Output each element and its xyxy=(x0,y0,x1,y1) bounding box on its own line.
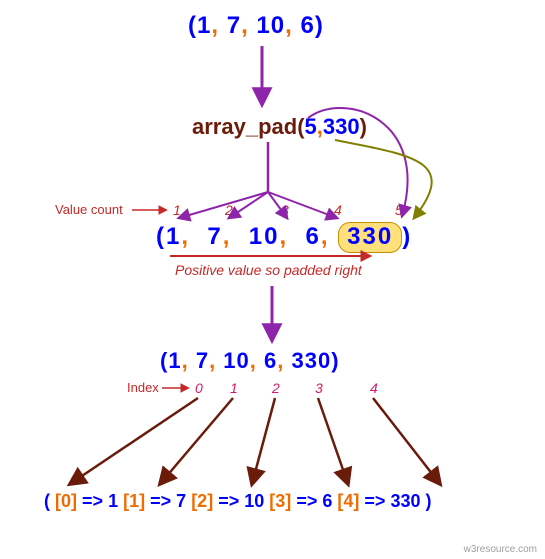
paren-close: ) xyxy=(426,491,432,511)
arrow-join-4 xyxy=(268,192,337,218)
comma: , xyxy=(285,12,300,39)
map-key-3: [3] xyxy=(269,491,291,511)
count-5: 5 xyxy=(395,202,403,218)
comma: , xyxy=(209,348,223,373)
curve-value-to-pill xyxy=(335,140,432,218)
positive-label: Positive value so padded right xyxy=(175,262,362,278)
mapping-line: ( [0] => 1 [1] => 7 [2] => 10 [3] => 6 [… xyxy=(44,491,432,512)
padded-val-1: 7 xyxy=(207,223,222,250)
result-val-3: 6 xyxy=(264,348,277,373)
paren-open: ( xyxy=(188,12,197,39)
result-val-2: 10 xyxy=(223,348,249,373)
comma: , xyxy=(182,348,196,373)
comma: , xyxy=(241,12,256,39)
paren-open: ( xyxy=(44,491,55,511)
watermark: w3resource.com xyxy=(464,544,537,555)
count-2: 2 xyxy=(225,202,233,218)
comma: , xyxy=(211,12,226,39)
result-tuple: (1, 7, 10, 6, 330) xyxy=(160,348,340,374)
arrow-join-2 xyxy=(229,192,268,218)
comma: , xyxy=(277,348,291,373)
map-val-4: 330 xyxy=(390,491,420,511)
result-val-4: 330 xyxy=(292,348,332,373)
index-3: 3 xyxy=(315,380,323,396)
index-2: 2 xyxy=(272,380,280,396)
comma: , xyxy=(181,223,207,250)
map-arrow: => xyxy=(364,491,385,511)
map-key-2: [2] xyxy=(191,491,213,511)
map-val-2: 10 xyxy=(244,491,264,511)
map-arrow: => xyxy=(82,491,103,511)
map-arrow: => xyxy=(150,491,171,511)
paren-close: ) xyxy=(315,12,324,39)
initial-val-0: 1 xyxy=(197,12,211,39)
paren-open: ( xyxy=(297,114,304,139)
map-val-1: 7 xyxy=(176,491,186,511)
arrow-join-1 xyxy=(179,192,268,218)
index-0: 0 xyxy=(195,380,203,396)
padded-val-2: 10 xyxy=(249,223,280,250)
comma: , xyxy=(321,223,338,250)
func-name: array_pad xyxy=(192,114,297,139)
paren-close: ) xyxy=(360,114,367,139)
index-1: 1 xyxy=(230,380,238,396)
func-value: 330 xyxy=(323,114,360,139)
map-val-0: 1 xyxy=(108,491,118,511)
count-1: 1 xyxy=(173,202,181,218)
map-arrow: => xyxy=(218,491,239,511)
initial-tuple: (1, 7, 10, 6) xyxy=(188,12,324,40)
index-label: Index xyxy=(127,380,159,395)
result-val-1: 7 xyxy=(196,348,209,373)
comma: , xyxy=(279,223,305,250)
map-key-0: [0] xyxy=(55,491,77,511)
arrow-fan-4 xyxy=(373,398,440,484)
map-key-4: [4] xyxy=(337,491,359,511)
paren-close: ) xyxy=(402,223,412,250)
arrow-fan-1 xyxy=(160,398,233,484)
arrow-fan-3 xyxy=(318,398,348,484)
comma: , xyxy=(250,348,264,373)
padded-val-3: 6 xyxy=(305,223,320,250)
initial-val-1: 7 xyxy=(227,12,241,39)
padded-tuple: (1, 7, 10, 6, 330) xyxy=(156,222,412,253)
paren-close: ) xyxy=(331,348,339,373)
paren-open: ( xyxy=(156,223,166,250)
count-4: 4 xyxy=(334,202,342,218)
initial-val-3: 6 xyxy=(300,12,314,39)
arrow-fan-2 xyxy=(252,398,275,484)
diagram-arrows xyxy=(0,0,545,559)
function-call: array_pad(5,330) xyxy=(192,114,367,140)
count-3: 3 xyxy=(281,202,289,218)
value-count-label: Value count xyxy=(55,202,123,217)
padded-val-0: 1 xyxy=(166,223,181,250)
initial-val-2: 10 xyxy=(256,12,285,39)
index-4: 4 xyxy=(370,380,378,396)
map-key-1: [1] xyxy=(123,491,145,511)
padded-pill: 330 xyxy=(338,222,402,253)
map-val-3: 6 xyxy=(322,491,332,511)
result-val-0: 1 xyxy=(168,348,181,373)
arrow-fan-0 xyxy=(70,398,198,484)
comma: , xyxy=(223,223,249,250)
func-size: 5 xyxy=(305,114,317,139)
map-arrow: => xyxy=(296,491,317,511)
padded-val-4: 330 xyxy=(347,223,393,250)
